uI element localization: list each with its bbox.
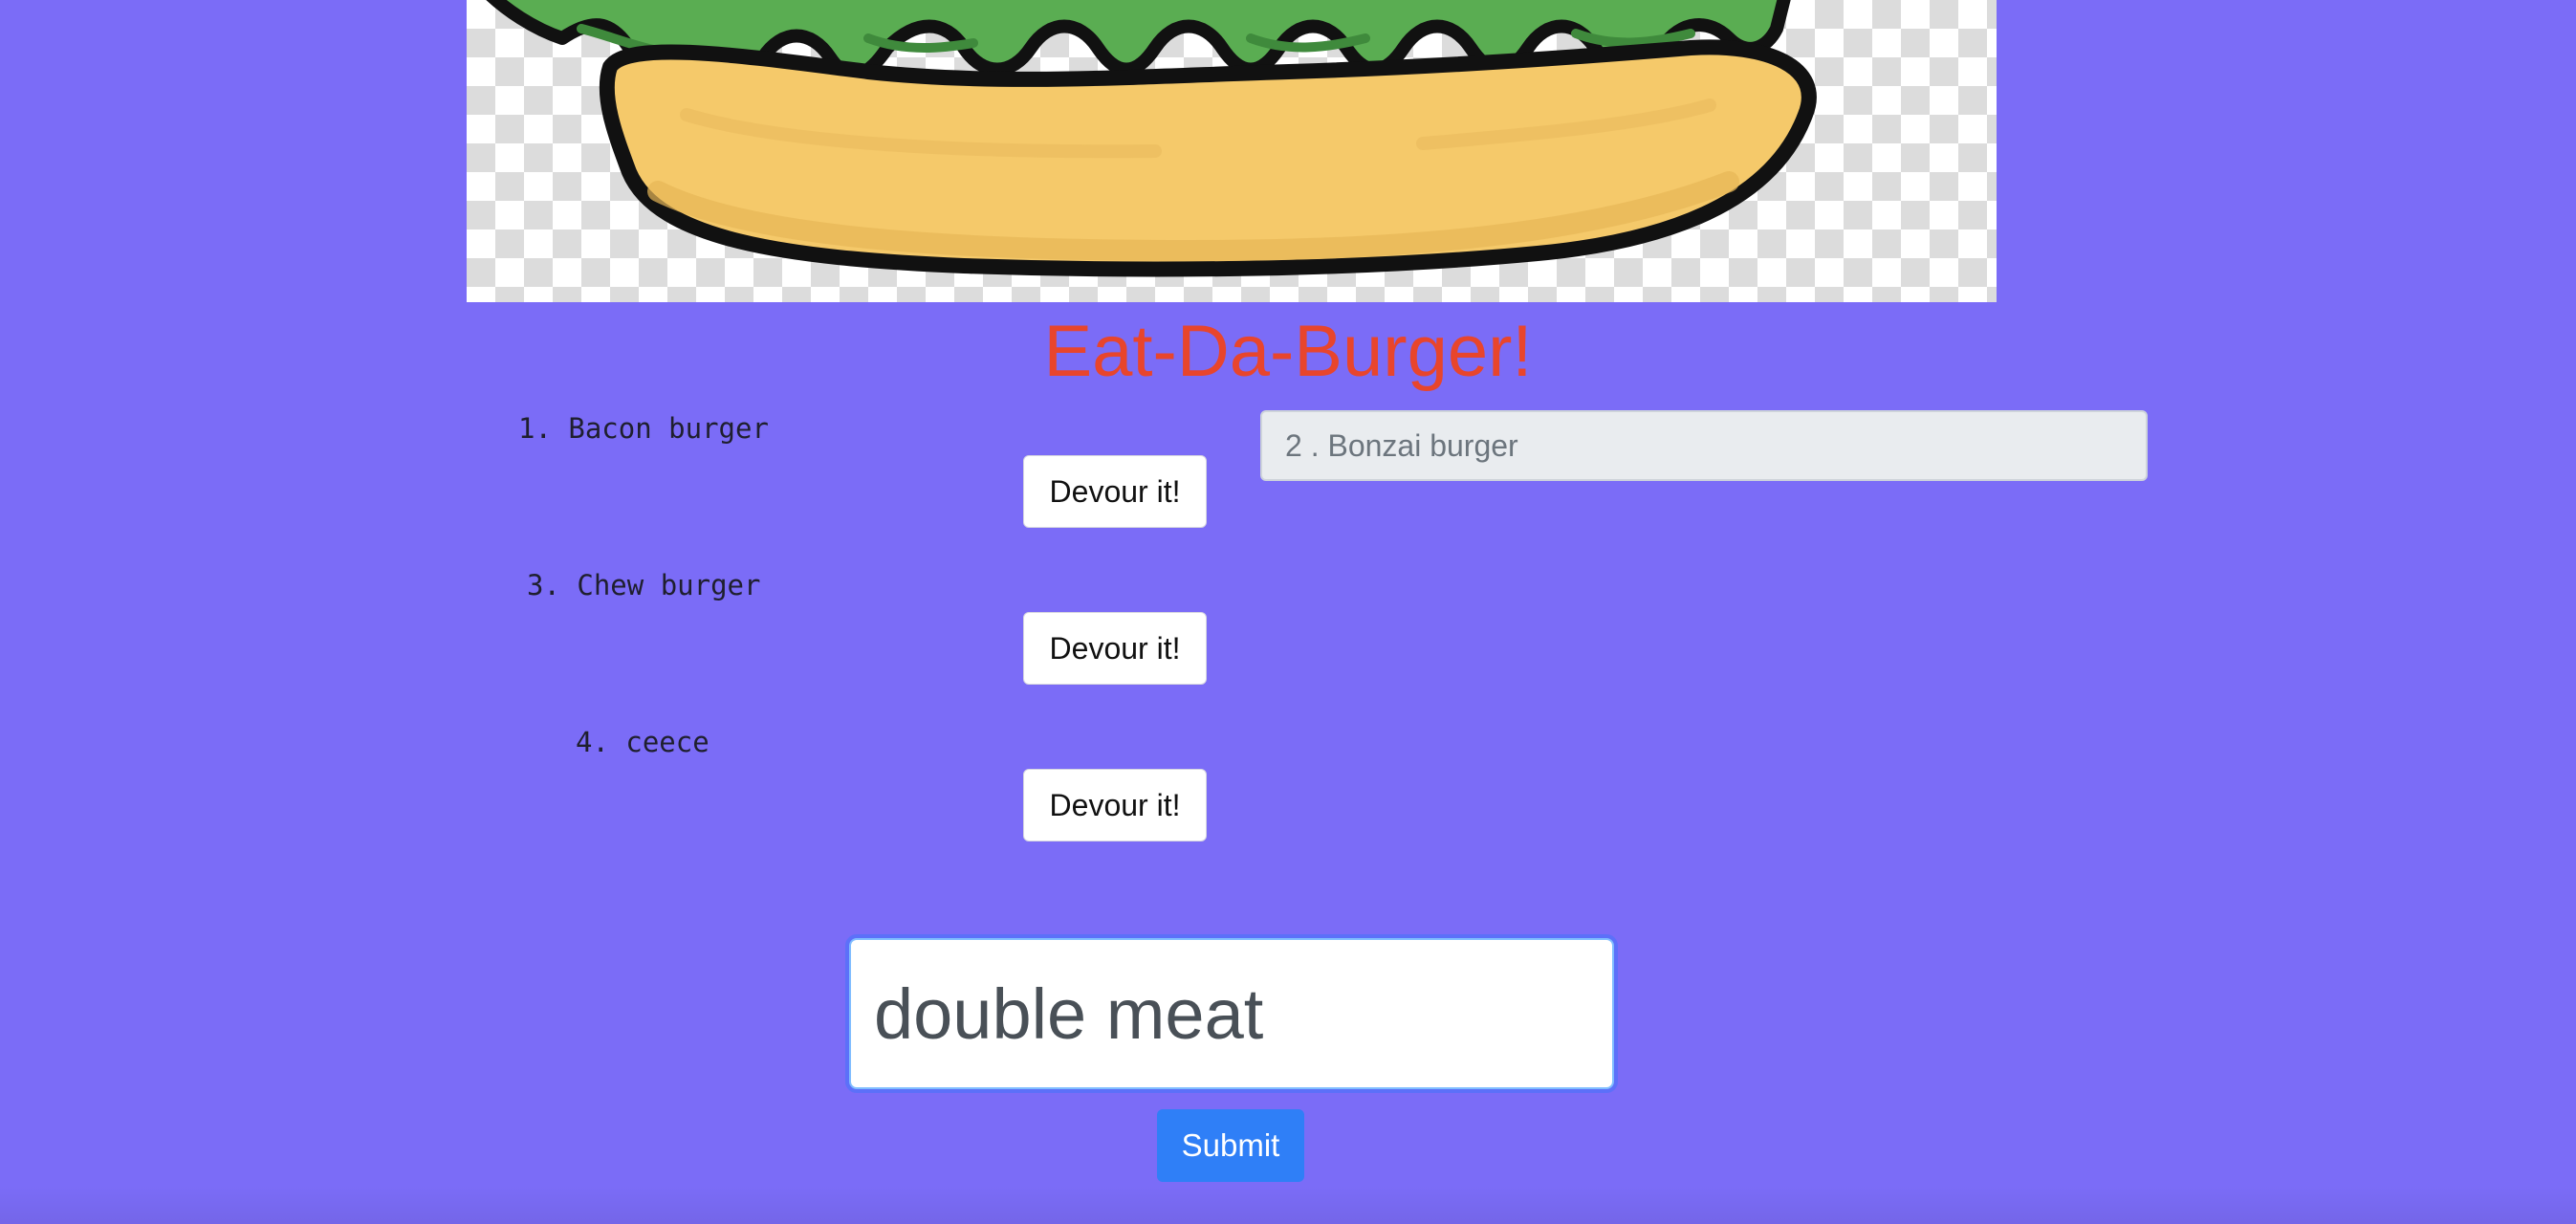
devour-button[interactable]: Devour it! <box>1023 455 1207 528</box>
devour-button[interactable]: Devour it! <box>1023 612 1207 685</box>
burger-name: ceece <box>625 726 709 758</box>
burger-name: Chew burger <box>577 569 761 601</box>
burger-number: 1. <box>518 412 552 445</box>
submit-button[interactable]: Submit <box>1157 1109 1304 1182</box>
burger-illustration <box>486 0 1817 277</box>
bottom-shadow <box>0 1186 2576 1224</box>
burger-number: 4. <box>576 726 609 758</box>
burger-name-input[interactable] <box>849 938 1614 1089</box>
hero-burger-image <box>467 0 1997 302</box>
list-item: 3. Chew burger <box>527 569 760 601</box>
devour-button[interactable]: Devour it! <box>1023 769 1207 842</box>
devoured-burger-item: 2 . Bonzai burger <box>1260 410 2148 481</box>
list-item: 1. Bacon burger <box>518 412 769 445</box>
burger-name: Bacon burger <box>568 412 769 445</box>
page-title: Eat-Da-Burger! <box>1043 311 1533 392</box>
list-item: 4. ceece <box>576 726 709 758</box>
burger-number: 3. <box>527 569 560 601</box>
